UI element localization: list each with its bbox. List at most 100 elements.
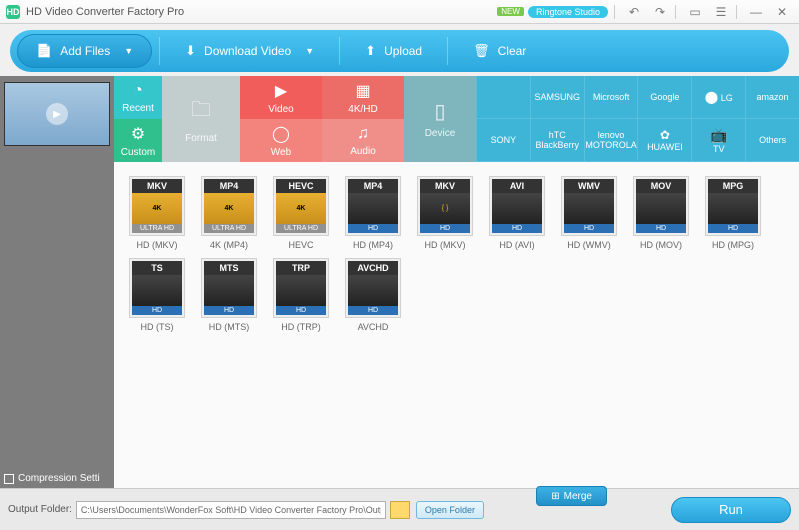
compression-label: Compression Setti: [18, 473, 100, 484]
4k-hd-tab[interactable]: ▦ 4K/HD: [322, 76, 404, 119]
brand-grid: SAMSUNGMicrosoftGoogle⬤ LGamazon SONYhTCB…: [476, 76, 799, 162]
recent-label: Recent: [122, 103, 154, 114]
titlebar: HD HD Video Converter Factory Pro NEW Ri…: [0, 0, 799, 24]
format-icon: AVCHD HD: [345, 258, 401, 318]
video-thumbnail[interactable]: ▶: [4, 82, 110, 146]
format-ts[interactable]: TS HD HD (TS): [124, 258, 190, 332]
compression-settings[interactable]: Compression Setti: [4, 473, 100, 484]
4k-label: 4K/HD: [348, 104, 377, 115]
output-folder-label: Output Folder:: [8, 504, 72, 515]
brand-google[interactable]: Google: [637, 76, 691, 119]
brand-apple[interactable]: [476, 76, 530, 119]
format-icon: MOV HD: [633, 176, 689, 236]
brand-sony[interactable]: SONY: [476, 119, 530, 162]
format-icon: MP4 4K ULTRA HD: [201, 176, 257, 236]
format-mkv[interactable]: MKV { } HD HD (MKV): [412, 176, 478, 250]
main-area: ▶ Compression Setti ◔ Recent ⚙ Custom 🗀 …: [0, 76, 799, 488]
format-icon: TRP HD: [273, 258, 329, 318]
format-hevc[interactable]: HEVC 4K ULTRA HD HEVC: [268, 176, 334, 250]
device-label: Device: [425, 128, 456, 139]
new-badge: NEW: [497, 7, 524, 16]
chevron-down-icon: ▼: [305, 46, 314, 56]
download-label: Download Video: [204, 44, 291, 58]
format-tab[interactable]: 🗀 Format: [162, 76, 240, 162]
download-icon: ⬇: [185, 43, 196, 59]
format-icon: MP4 HD: [345, 176, 401, 236]
format-mov[interactable]: MOV HD HD (MOV): [628, 176, 694, 250]
checkbox-icon[interactable]: [4, 474, 14, 484]
upload-label: Upload: [384, 44, 422, 58]
brand-samsung[interactable]: SAMSUNG: [530, 76, 584, 119]
window-icon-1[interactable]: ▭: [684, 4, 706, 20]
web-label: Web: [271, 147, 291, 158]
add-files-icon: 📄: [36, 43, 52, 59]
bottom-bar: Output Folder: Open Folder ⊞ Merge Run: [0, 488, 799, 530]
audio-label: Audio: [350, 146, 376, 157]
download-video-button[interactable]: ⬇ Download Video ▼: [167, 34, 332, 68]
trash-icon: 🗑: [473, 43, 490, 59]
window-icon-2[interactable]: ☰: [710, 4, 732, 20]
merge-icon: ⊞: [551, 491, 559, 502]
play-icon: ▶: [46, 103, 68, 125]
brand-htc[interactable]: hTCBlackBerry: [530, 119, 584, 162]
clear-button[interactable]: 🗑 Clear: [455, 34, 544, 68]
format-icon: MPG HD: [705, 176, 761, 236]
format-icon: AVI HD: [489, 176, 545, 236]
brand-amazon[interactable]: amazon: [745, 76, 799, 119]
recent-tab[interactable]: ◔ Recent: [114, 76, 162, 119]
clear-label: Clear: [498, 44, 527, 58]
format-wmv[interactable]: WMV HD HD (WMV): [556, 176, 622, 250]
merge-label: Merge: [564, 491, 592, 502]
format-icon: MKV 4K ULTRA HD: [129, 176, 185, 236]
brand-tv[interactable]: 📺TV: [691, 119, 745, 162]
play-circle-icon: ▶: [275, 81, 287, 101]
brand-microsoft[interactable]: Microsoft: [584, 76, 638, 119]
file-list-panel: ▶ Compression Setti: [0, 76, 114, 488]
format-avi[interactable]: AVI HD HD (AVI): [484, 176, 550, 250]
chevron-down-icon: ▼: [124, 46, 133, 56]
brand-lenovo[interactable]: lenovoMOTOROLA: [584, 119, 638, 162]
format-avchd[interactable]: AVCHD HD AVCHD: [340, 258, 406, 332]
format-icon: MTS HD: [201, 258, 257, 318]
add-files-label: Add Files: [60, 44, 110, 58]
headphones-icon: ♫: [357, 125, 369, 143]
brand-lg[interactable]: ⬤ LG: [691, 76, 745, 119]
close-icon[interactable]: ✕: [771, 4, 793, 20]
upload-icon: ⬆: [365, 43, 376, 59]
minimize-icon[interactable]: —: [745, 4, 767, 20]
format-mpg[interactable]: MPG HD HD (MPG): [700, 176, 766, 250]
format-label: Format: [185, 133, 217, 144]
brand-others[interactable]: Others: [745, 119, 799, 162]
open-folder-button[interactable]: Open Folder: [416, 501, 484, 519]
app-title: HD Video Converter Factory Pro: [26, 6, 184, 18]
clock-icon: ◔: [133, 82, 143, 100]
redo-icon[interactable]: ↷: [649, 4, 671, 20]
device-tab[interactable]: ▯ Device: [404, 76, 476, 162]
4k-icon: ▦: [355, 81, 370, 101]
run-button[interactable]: Run: [671, 497, 791, 523]
custom-label: Custom: [121, 147, 155, 158]
format-mp4[interactable]: MP4 HD HD (MP4): [340, 176, 406, 250]
app-logo-icon: HD: [6, 5, 20, 19]
gear-icon: ⚙: [131, 124, 145, 144]
add-files-button[interactable]: 📄 Add Files ▼: [17, 34, 152, 68]
upload-button[interactable]: ⬆ Upload: [347, 34, 440, 68]
format-mp4[interactable]: MP4 4K ULTRA HD 4K (MP4): [196, 176, 262, 250]
custom-tab[interactable]: ⚙ Custom: [114, 119, 162, 162]
web-tab[interactable]: ◯ Web: [240, 119, 322, 162]
format-mts[interactable]: MTS HD HD (MTS): [196, 258, 262, 332]
merge-button[interactable]: ⊞ Merge: [536, 486, 607, 506]
brand-huawei[interactable]: ✿HUAWEI: [637, 119, 691, 162]
format-grid: MKV 4K ULTRA HD HD (MKV) MP4 4K ULTRA HD…: [114, 162, 799, 488]
undo-icon[interactable]: ↶: [623, 4, 645, 20]
format-panel: ◔ Recent ⚙ Custom 🗀 Format ▶ Video ◯: [114, 76, 799, 488]
browse-folder-button[interactable]: [390, 501, 410, 519]
ringtone-studio-button[interactable]: Ringtone Studio: [528, 6, 608, 18]
globe-icon: ◯: [272, 124, 290, 144]
format-trp[interactable]: TRP HD HD (TRP): [268, 258, 334, 332]
format-icon: WMV HD: [561, 176, 617, 236]
output-path-input[interactable]: [76, 501, 386, 519]
video-tab[interactable]: ▶ Video: [240, 76, 322, 119]
format-mkv[interactable]: MKV 4K ULTRA HD HD (MKV): [124, 176, 190, 250]
audio-tab[interactable]: ♫ Audio: [322, 119, 404, 162]
